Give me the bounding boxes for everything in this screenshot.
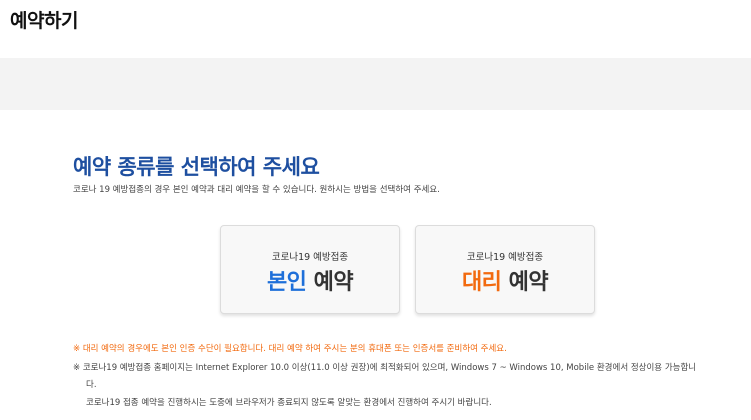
browser-support-notice-cont: 다.	[86, 380, 97, 390]
self-reservation-caption: 코로나19 예방접종	[271, 252, 349, 263]
self-label-rest: 예약	[306, 270, 354, 295]
proxy-reservation-caption: 코로나19 예방접종	[466, 252, 544, 263]
browser-support-notice: ※ 코로나19 예방접종 홈페이지는 Internet Explorer 10.…	[73, 363, 697, 373]
session-notice: 코로나19 접종 예약을 진행하시는 도중에 브라우저가 종료되지 않도록 알맞…	[86, 398, 492, 408]
proxy-auth-warning: ※ 대리 예약의 경우에도 본인 인증 수단이 필요합니다. 대리 예약 하여 …	[73, 344, 507, 354]
section-subtitle: 코로나 19 예방접종의 경우 본인 예약과 대리 예약을 할 수 있습니다. …	[73, 185, 440, 195]
header-band	[0, 58, 751, 110]
self-label-accent: 본인	[266, 270, 307, 295]
proxy-reservation-label: 대리 예약	[416, 264, 594, 296]
proxy-reservation-button[interactable]: 코로나19 예방접종 대리 예약	[415, 225, 595, 314]
self-reservation-button[interactable]: 코로나19 예방접종 본인 예약	[220, 225, 400, 314]
section-headline: 예약 종류를 선택하여 주세요	[73, 155, 320, 179]
proxy-label-rest: 예약	[501, 270, 549, 295]
page-title: 예약하기	[10, 10, 78, 32]
self-reservation-label: 본인 예약	[221, 264, 399, 296]
proxy-label-accent: 대리	[461, 270, 502, 295]
